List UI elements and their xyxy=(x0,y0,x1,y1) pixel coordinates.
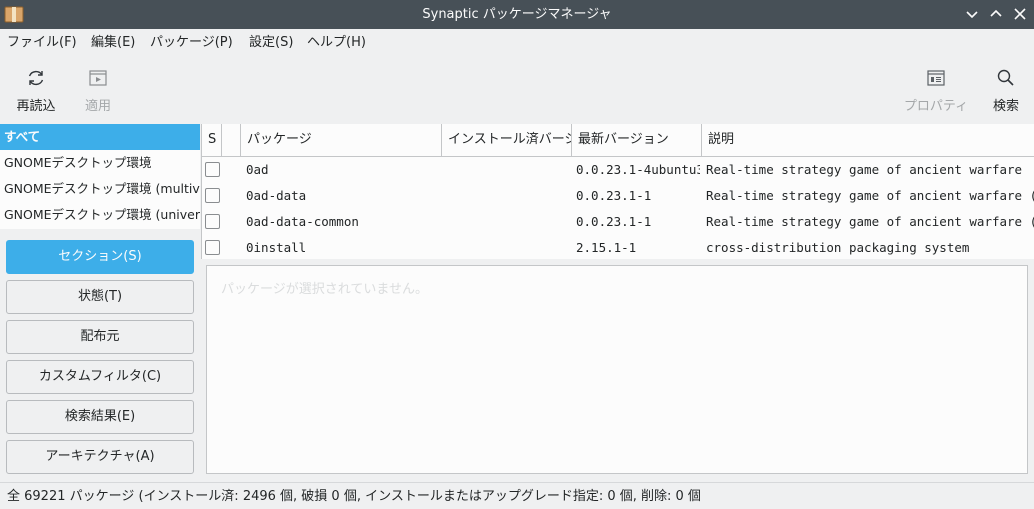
column-header-status[interactable]: S xyxy=(202,124,222,156)
maximize-button[interactable] xyxy=(986,4,1006,24)
latest-version: 0.0.23.1-1 xyxy=(576,188,652,203)
installed-version xyxy=(448,183,570,209)
apply-icon xyxy=(89,70,107,86)
table-row[interactable]: 0ad-data-common 0.0.23.1-1 Real-time str… xyxy=(202,209,1034,235)
package-name: 0install xyxy=(246,240,307,255)
filter-item-gnome-universe[interactable]: GNOMEデスクトップ環境 (universe) xyxy=(0,202,200,228)
table-row[interactable]: 0ad 0.0.23.1-4ubuntu3 Real-time strategy… xyxy=(202,157,1034,183)
package-description: Real-time strategy game of ancient warfa… xyxy=(706,162,1023,177)
menu-help[interactable]: ヘルプ(H) xyxy=(303,29,370,57)
filter-item-all[interactable]: すべて xyxy=(0,124,200,150)
origin-button[interactable]: 配布元 xyxy=(6,320,194,354)
column-header-description[interactable]: 説明 xyxy=(702,124,1034,156)
filter-list: すべて GNOMEデスクトップ環境 GNOMEデスクトップ環境 (multive… xyxy=(0,124,200,229)
status-button[interactable]: 状態(T) xyxy=(6,280,194,314)
installed-version xyxy=(448,209,570,235)
menu-settings[interactable]: 設定(S) xyxy=(245,29,297,57)
filter-item-gnome-multiverse[interactable]: GNOMEデスクトップ環境 (multiverse) xyxy=(0,176,200,202)
close-icon xyxy=(1014,8,1026,20)
search-icon xyxy=(997,69,1014,86)
package-checkbox[interactable] xyxy=(205,162,220,177)
title-bar: Synaptic パッケージマネージャ xyxy=(0,0,1034,29)
package-name: 0ad xyxy=(246,162,269,177)
column-header-package[interactable]: パッケージ xyxy=(241,124,442,156)
package-checkbox[interactable] xyxy=(205,214,220,229)
search-results-button[interactable]: 検索結果(E) xyxy=(6,400,194,434)
reload-label: 再読込 xyxy=(16,99,56,114)
apply-button[interactable]: 適用 xyxy=(76,65,120,117)
installed-version xyxy=(448,157,570,183)
details-placeholder: パッケージが選択されていません。 xyxy=(221,282,428,297)
menu-edit[interactable]: 編集(E) xyxy=(87,29,139,57)
latest-version: 2.15.1-1 xyxy=(576,240,637,255)
refresh-icon xyxy=(28,70,44,86)
column-header-installed-version[interactable]: インストール済バージョン xyxy=(442,124,572,156)
filter-item-gnome[interactable]: GNOMEデスクトップ環境 xyxy=(0,150,200,176)
architecture-button[interactable]: アーキテクチャ(A) xyxy=(6,440,194,474)
column-header-support[interactable] xyxy=(222,124,241,156)
column-header-latest-version[interactable]: 最新バージョン xyxy=(572,124,702,156)
package-checkbox[interactable] xyxy=(205,188,220,203)
custom-filter-button[interactable]: カスタムフィルタ(C) xyxy=(6,360,194,394)
menu-package[interactable]: パッケージ(P) xyxy=(146,29,237,57)
reload-button[interactable]: 再読込 xyxy=(10,65,62,117)
status-bar: 全 69221 パッケージ (インストール済: 2496 個, 破損 0 個, … xyxy=(0,482,1034,509)
menu-bar: ファイル(F) 編集(E) パッケージ(P) 設定(S) ヘルプ(H) xyxy=(0,29,1034,57)
window-title: Synaptic パッケージマネージャ xyxy=(422,7,612,22)
properties-button[interactable]: プロパティ xyxy=(900,65,972,117)
sections-button[interactable]: セクション(S) xyxy=(6,240,194,274)
properties-icon xyxy=(927,70,945,86)
properties-label: プロパティ xyxy=(903,99,969,114)
package-name: 0ad-data-common xyxy=(246,214,359,229)
table-row[interactable]: 0ad-data 0.0.23.1-1 Real-time strategy g… xyxy=(202,183,1034,209)
installed-version xyxy=(448,235,570,259)
toolbar: 再読込 適用 プロパティ 検索 xyxy=(0,57,1034,123)
package-description: cross-distribution packaging system xyxy=(706,240,970,255)
package-details-pane[interactable]: パッケージが選択されていません。 xyxy=(206,265,1028,474)
chevron-up-icon xyxy=(990,9,1002,17)
package-description: Real-time strategy game of ancient warfa… xyxy=(706,188,1034,203)
package-table: S パッケージ インストール済バージョン 最新バージョン 説明 0ad 0.0.… xyxy=(201,124,1034,259)
chevron-down-icon xyxy=(966,11,978,19)
package-description: Real-time strategy game of ancient warfa… xyxy=(706,214,1034,229)
minimize-button[interactable] xyxy=(962,4,982,24)
table-row[interactable]: 0install 2.15.1-1 cross-distribution pac… xyxy=(202,235,1034,259)
latest-version: 0.0.23.1-4ubuntu3 xyxy=(576,162,700,177)
table-header: S パッケージ インストール済バージョン 最新バージョン 説明 xyxy=(202,124,1034,157)
latest-version: 0.0.23.1-1 xyxy=(576,214,652,229)
menu-file[interactable]: ファイル(F) xyxy=(3,29,81,57)
package-name: 0ad-data xyxy=(246,188,307,203)
close-button[interactable] xyxy=(1010,4,1030,24)
package-checkbox[interactable] xyxy=(205,240,220,255)
search-label: 検索 xyxy=(992,99,1019,114)
search-button[interactable]: 検索 xyxy=(986,65,1026,117)
apply-label: 適用 xyxy=(84,99,111,114)
